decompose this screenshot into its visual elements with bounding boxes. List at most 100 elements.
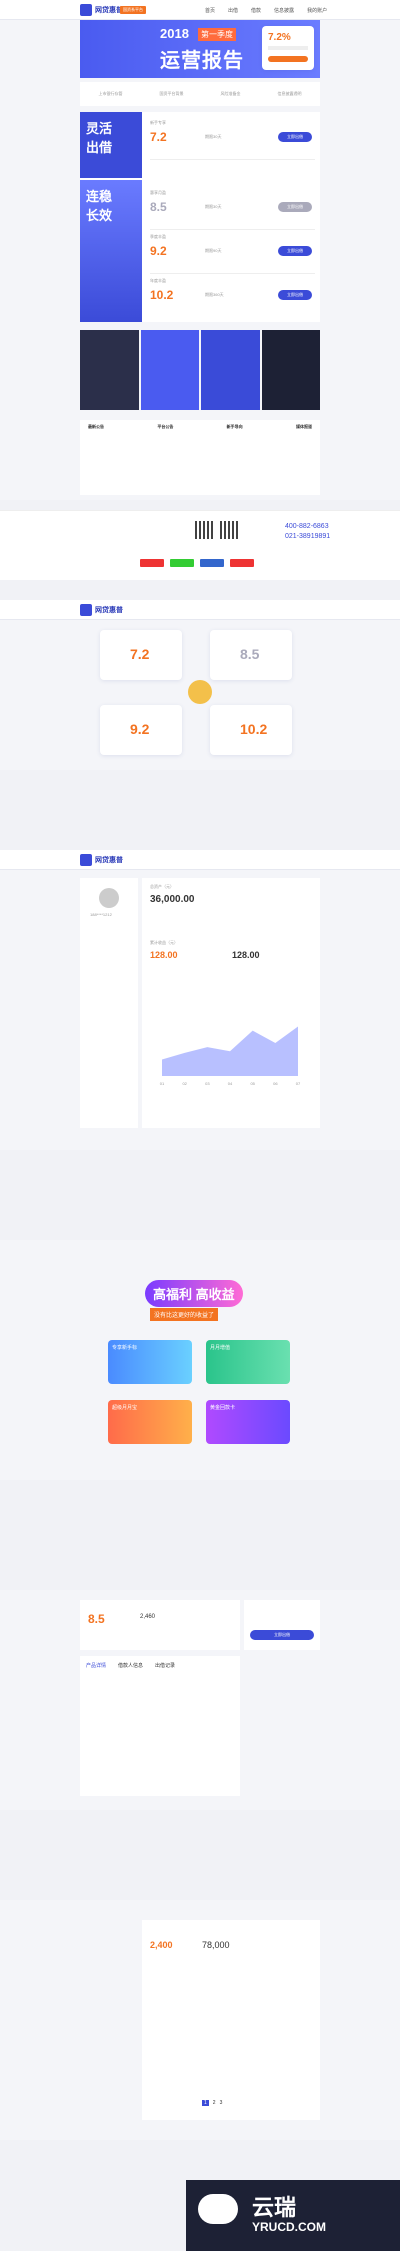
footer-tel-1: 400-882-6863 (285, 523, 329, 530)
product-card-rate: 10.2 (240, 721, 268, 737)
news-col-3[interactable]: 新手导向 (227, 424, 243, 491)
x-tick-label: 02 (182, 1081, 187, 1086)
promo-card[interactable]: 专享新手标 (108, 1340, 192, 1384)
promo-card[interactable]: 黄金回款卡 (206, 1400, 290, 1444)
tile-network[interactable] (201, 330, 260, 410)
brand-name: 网贷惠普 (95, 857, 123, 864)
brand-name: 网贷惠普 (95, 7, 123, 14)
top-header: 网贷惠普 (0, 850, 400, 870)
promo-card-title: 专享新手标 (112, 1345, 138, 1351)
footer-1: 400-882-6863 021-38919891 (0, 510, 400, 580)
logo-icon[interactable] (80, 854, 92, 866)
top-header: 网贷惠普 (0, 600, 400, 620)
top-header: 网贷惠普 国资系平台 首页 出借 借款 信息披露 我的账户 (0, 0, 400, 20)
feature-4: 信息披露透明 (277, 91, 302, 96)
promo-card-title: 超级月月宝 (112, 1405, 138, 1411)
promo-card[interactable]: 月月增值 (206, 1340, 290, 1384)
balance-value: 36,000.00 (150, 894, 195, 905)
product-invest-button[interactable]: 立即出借 (278, 290, 312, 300)
product-name: 惠享月盈 (150, 190, 166, 195)
logo-icon[interactable] (80, 604, 92, 616)
feature-3: 风险准备金 (220, 91, 241, 96)
tile-road[interactable] (80, 330, 139, 410)
promo-title: 高福利 高收益 (145, 1280, 243, 1307)
feature-1: 上市银行存管 (98, 91, 123, 96)
tile-tech[interactable] (261, 330, 320, 410)
banner-year: 2018 (160, 26, 189, 41)
x-tick-label: 07 (296, 1081, 301, 1086)
product-term: 期限30天 (205, 204, 222, 209)
product-card[interactable]: 10.2 (210, 705, 292, 755)
records-main: 2,400 78,000 1 2 3 (142, 1920, 320, 2120)
x-tick-label: 04 (228, 1081, 233, 1086)
account-page: 网贷惠普 188****1212 总资产（元） 36,000.00 累计收益（元… (0, 850, 400, 1150)
tab-borrower[interactable]: 借款人信息 (118, 1662, 143, 1790)
news-col-4[interactable]: 媒体报道 (296, 424, 312, 491)
news-col-1[interactable]: 最新公告 (88, 424, 104, 491)
product-rate: 9.2 (150, 244, 167, 258)
image-tiles (80, 330, 320, 410)
page-2[interactable]: 2 (213, 2100, 216, 2106)
product-row[interactable]: 惠享月盈 8.5 期限30天 立即出借 (150, 190, 315, 230)
nav-account[interactable]: 我的账户 (307, 7, 327, 14)
user-name: 188****1212 (90, 912, 112, 917)
tab-detail[interactable]: 产品详情 (86, 1662, 106, 1790)
product-card-rate: 8.5 (240, 646, 260, 662)
page-3[interactable]: 3 (220, 2100, 223, 2106)
watermark: 云瑞 YRUCD.COM (186, 2180, 400, 2251)
tile-city[interactable] (140, 330, 199, 410)
product-side-1: 灵活 出借 (80, 112, 142, 178)
detail-tabs: 产品详情 借款人信息 出借记录 (80, 1656, 240, 1796)
detail-rate: 8.5 (88, 1612, 105, 1626)
promo-sub: 没有比这更好的收益了 (150, 1308, 219, 1321)
trust-badge (170, 559, 194, 567)
news-col-2[interactable]: 平台公告 (157, 424, 173, 491)
banner-title: 运营报告 (160, 50, 244, 72)
nav-lend[interactable]: 出借 (228, 7, 238, 14)
balance-label: 总资产（元） (150, 884, 174, 889)
x-tick-label: 06 (273, 1081, 278, 1086)
detail-summary: 8.5 2,460 (80, 1600, 240, 1650)
x-tick-label: 05 (250, 1081, 255, 1086)
nav-home[interactable]: 首页 (205, 7, 215, 14)
brand-name: 网贷惠普 (95, 607, 123, 614)
product-card[interactable]: 7.2 (100, 630, 182, 680)
promo-card[interactable]: 超级月月宝 (108, 1400, 192, 1444)
yesterday-value: 128.00 (232, 950, 260, 960)
cloud-logo-icon (198, 2194, 238, 2224)
logo-icon[interactable] (80, 4, 92, 16)
product-invest-button[interactable]: 立即出借 (278, 246, 312, 256)
login-box-input[interactable] (268, 46, 308, 50)
avatar[interactable] (99, 888, 119, 908)
page-1[interactable]: 1 (202, 2100, 209, 2106)
product-side-2: 连稳 长效 (80, 180, 142, 322)
hero-banner[interactable]: 2018 第一季度 运营报告 7.2% (80, 20, 320, 78)
product-section: 灵活 出借 连稳 长效 新手专享 7.2 期限30天 立即出借 惠享月盈 8.5… (80, 112, 320, 322)
detail-invest-button[interactable]: 立即出借 (250, 1630, 314, 1640)
tab-records[interactable]: 出借记录 (155, 1662, 175, 1790)
product-invest-button[interactable]: 立即出借 (278, 132, 312, 142)
chart-area (162, 1026, 298, 1076)
promo-page: 高福利 高收益 没有比这更好的收益了 专享新手标 月月增值 超级月月宝 黄金回款… (0, 1240, 400, 1480)
login-box-button[interactable] (268, 56, 308, 62)
detail-amount: 2,460 (140, 1614, 156, 1620)
product-invest-button[interactable]: 立即出借 (278, 202, 312, 212)
home-page: 网贷惠普 国资系平台 首页 出借 借款 信息披露 我的账户 2018 第一季度 … (0, 0, 400, 500)
records-page: 2,400 78,000 1 2 3 (0, 1900, 400, 2140)
x-tick-label: 03 (205, 1081, 210, 1086)
product-card[interactable]: 8.5 (210, 630, 292, 680)
records-income: 2,400 (150, 1940, 173, 1950)
product-card[interactable]: 9.2 (100, 705, 182, 755)
product-row[interactable]: 季度丰盈 9.2 期限90天 立即出借 (150, 234, 315, 274)
product-term: 期限360天 (205, 292, 224, 297)
watermark-en: YRUCD.COM (252, 2220, 326, 2234)
watermark-cn: 云瑞 (252, 2195, 297, 2220)
product-row[interactable]: 新手专享 7.2 期限30天 立即出借 (150, 120, 315, 160)
income-value: 128.00 (150, 950, 178, 960)
product-row[interactable]: 年度丰盈 10.2 期限360天 立即出借 (150, 278, 315, 318)
nav-borrow[interactable]: 借款 (251, 7, 261, 14)
x-tick-label: 01 (160, 1081, 165, 1086)
promo-card-title: 黄金回款卡 (210, 1405, 236, 1411)
nav-info[interactable]: 信息披露 (274, 7, 294, 14)
trust-badge (140, 559, 164, 567)
